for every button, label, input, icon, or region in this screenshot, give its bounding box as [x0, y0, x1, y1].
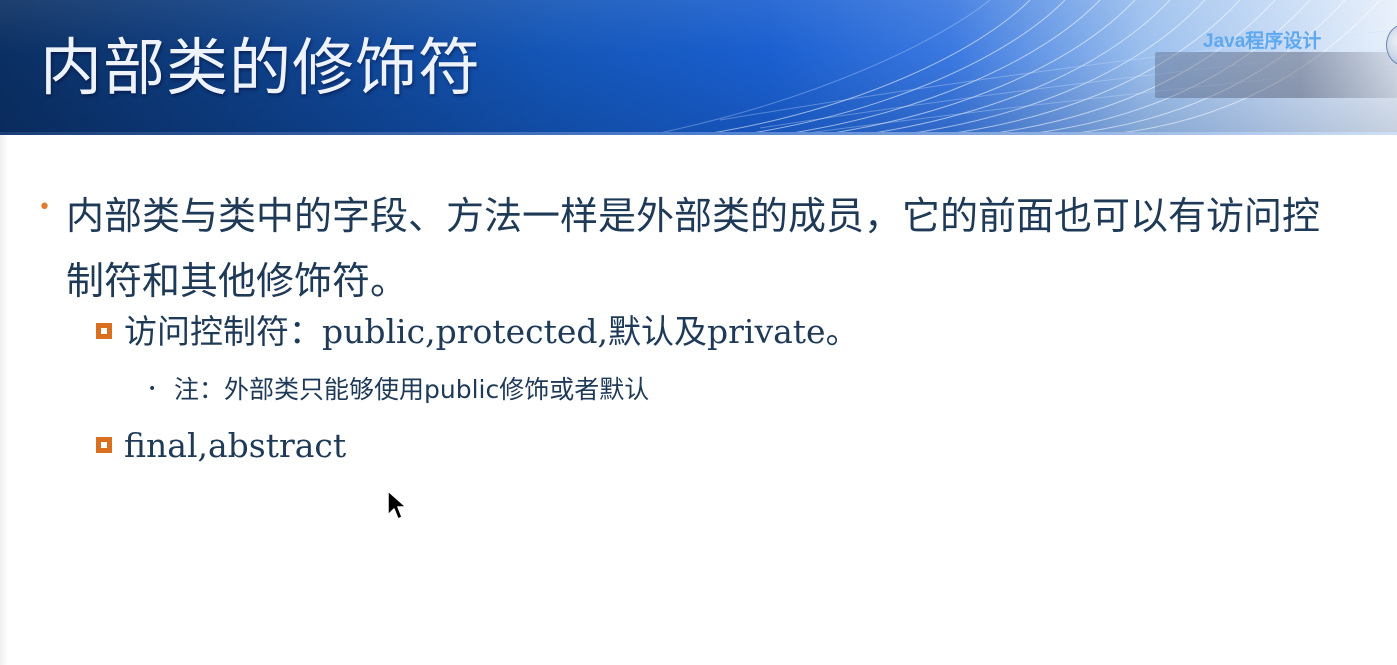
- slide-edge-shadow: [0, 135, 8, 665]
- small-dot-icon: •: [148, 381, 157, 397]
- presentation-slide: 内部类的修饰符 Java程序设计 • 内部类与类中的字段、方法一样是外部类的成员…: [0, 0, 1397, 665]
- sub-bullet-text: 访问控制符：public,protected,默认及private。: [124, 312, 859, 351]
- faded-watermark-text: [1155, 52, 1397, 98]
- sub-bullet-text: final,abstract: [124, 426, 347, 465]
- orange-square-icon: [96, 323, 112, 339]
- note-text: 注：外部类只能够使用public修饰或者默认: [174, 375, 650, 404]
- orange-square-icon: [96, 437, 112, 453]
- slide-title: 内部类的修饰符: [40, 31, 482, 104]
- slide-header-banner: 内部类的修饰符 Java程序设计: [0, 0, 1397, 135]
- orange-dot-icon: •: [38, 195, 51, 220]
- bullet-text-main: 内部类与类中的字段、方法一样是外部类的成员，它的前面也可以有访问控制符和其他修饰…: [66, 194, 1321, 303]
- mouse-cursor-icon: [387, 490, 407, 520]
- header-divider: [0, 132, 1397, 135]
- course-label: Java程序设计: [1203, 31, 1322, 52]
